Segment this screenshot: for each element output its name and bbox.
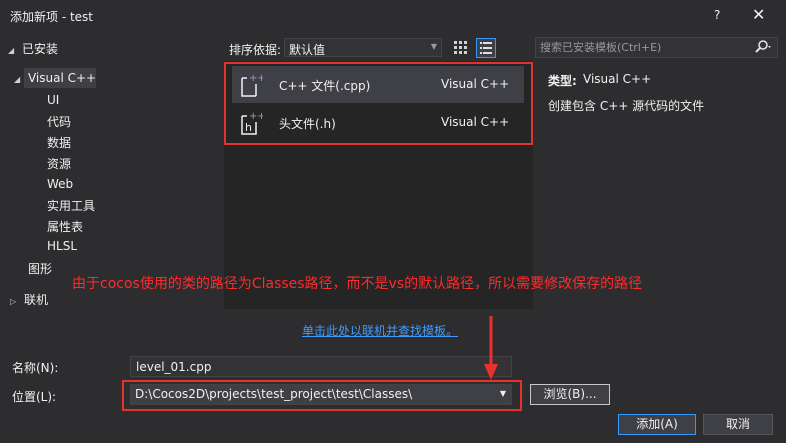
browse-button[interactable]: 浏览(B)... (530, 384, 610, 405)
template-description: 创建包含 C++ 源代码的文件 (548, 99, 705, 113)
tree-item-visual-cpp[interactable]: ◢ Visual C++ (14, 71, 96, 85)
help-button[interactable]: ? (714, 8, 720, 22)
annotation-arrow-icon (483, 316, 499, 382)
tree-item-code[interactable]: 代码 (47, 113, 71, 130)
cancel-button[interactable]: 取消 (703, 414, 773, 435)
search-box[interactable] (535, 37, 778, 58)
search-input[interactable] (536, 38, 750, 57)
name-label: 名称(N): (12, 361, 59, 375)
tree-item-hlsl[interactable]: HLSL (47, 239, 77, 253)
annotation-highlight-box (122, 380, 522, 411)
close-button[interactable]: ✕ (752, 5, 765, 24)
type-value: Visual C++ (583, 72, 652, 86)
tree-item-ui[interactable]: UI (47, 93, 59, 107)
type-label: 类型: (548, 74, 577, 88)
tree-item-graphics[interactable]: 图形 (28, 260, 52, 277)
tree-item-label: 已安装 (21, 42, 58, 56)
title-bar (0, 0, 786, 31)
annotation-text: 由于cocos使用的类的路径为Classes路径，而不是vs的默认路径，所以需要… (72, 276, 643, 292)
sort-label: 排序依据: (229, 43, 282, 57)
collapsed-arrow-icon: ▷ (10, 297, 17, 306)
tree-item-resource[interactable]: 资源 (47, 155, 71, 172)
online-templates-link[interactable]: 单击此处以联机并查找模板。 (302, 322, 458, 339)
search-icon[interactable] (754, 39, 774, 59)
name-input[interactable] (131, 357, 506, 376)
tree-item-data[interactable]: 数据 (47, 134, 71, 151)
expanded-arrow-icon: ◢ (14, 75, 21, 84)
location-label: 位置(L): (12, 390, 57, 404)
tree-item-installed[interactable]: ◢ 已安装 (8, 40, 58, 57)
list-view-icon[interactable] (476, 38, 496, 58)
sort-dropdown[interactable]: 默认值 ▼ (284, 38, 442, 57)
tree-item-label: Visual C++ (27, 71, 97, 85)
chevron-down-icon: ▼ (430, 42, 437, 51)
tree-item-property-sheet[interactable]: 属性表 (47, 218, 83, 235)
tree-item-utility[interactable]: 实用工具 (47, 197, 95, 214)
annotation-highlight-box (224, 62, 533, 145)
expanded-arrow-icon: ◢ (8, 46, 15, 55)
sort-value: 默认值 (289, 43, 326, 57)
tree-item-web[interactable]: Web (47, 177, 73, 191)
tree-item-online[interactable]: ▷ 联机 (10, 291, 48, 308)
tree-item-label: 联机 (23, 293, 48, 307)
window-title: 添加新项 - test (10, 10, 94, 24)
add-button[interactable]: 添加(A) (618, 414, 696, 435)
grid-view-icon[interactable] (452, 39, 469, 56)
name-field[interactable] (130, 356, 512, 377)
